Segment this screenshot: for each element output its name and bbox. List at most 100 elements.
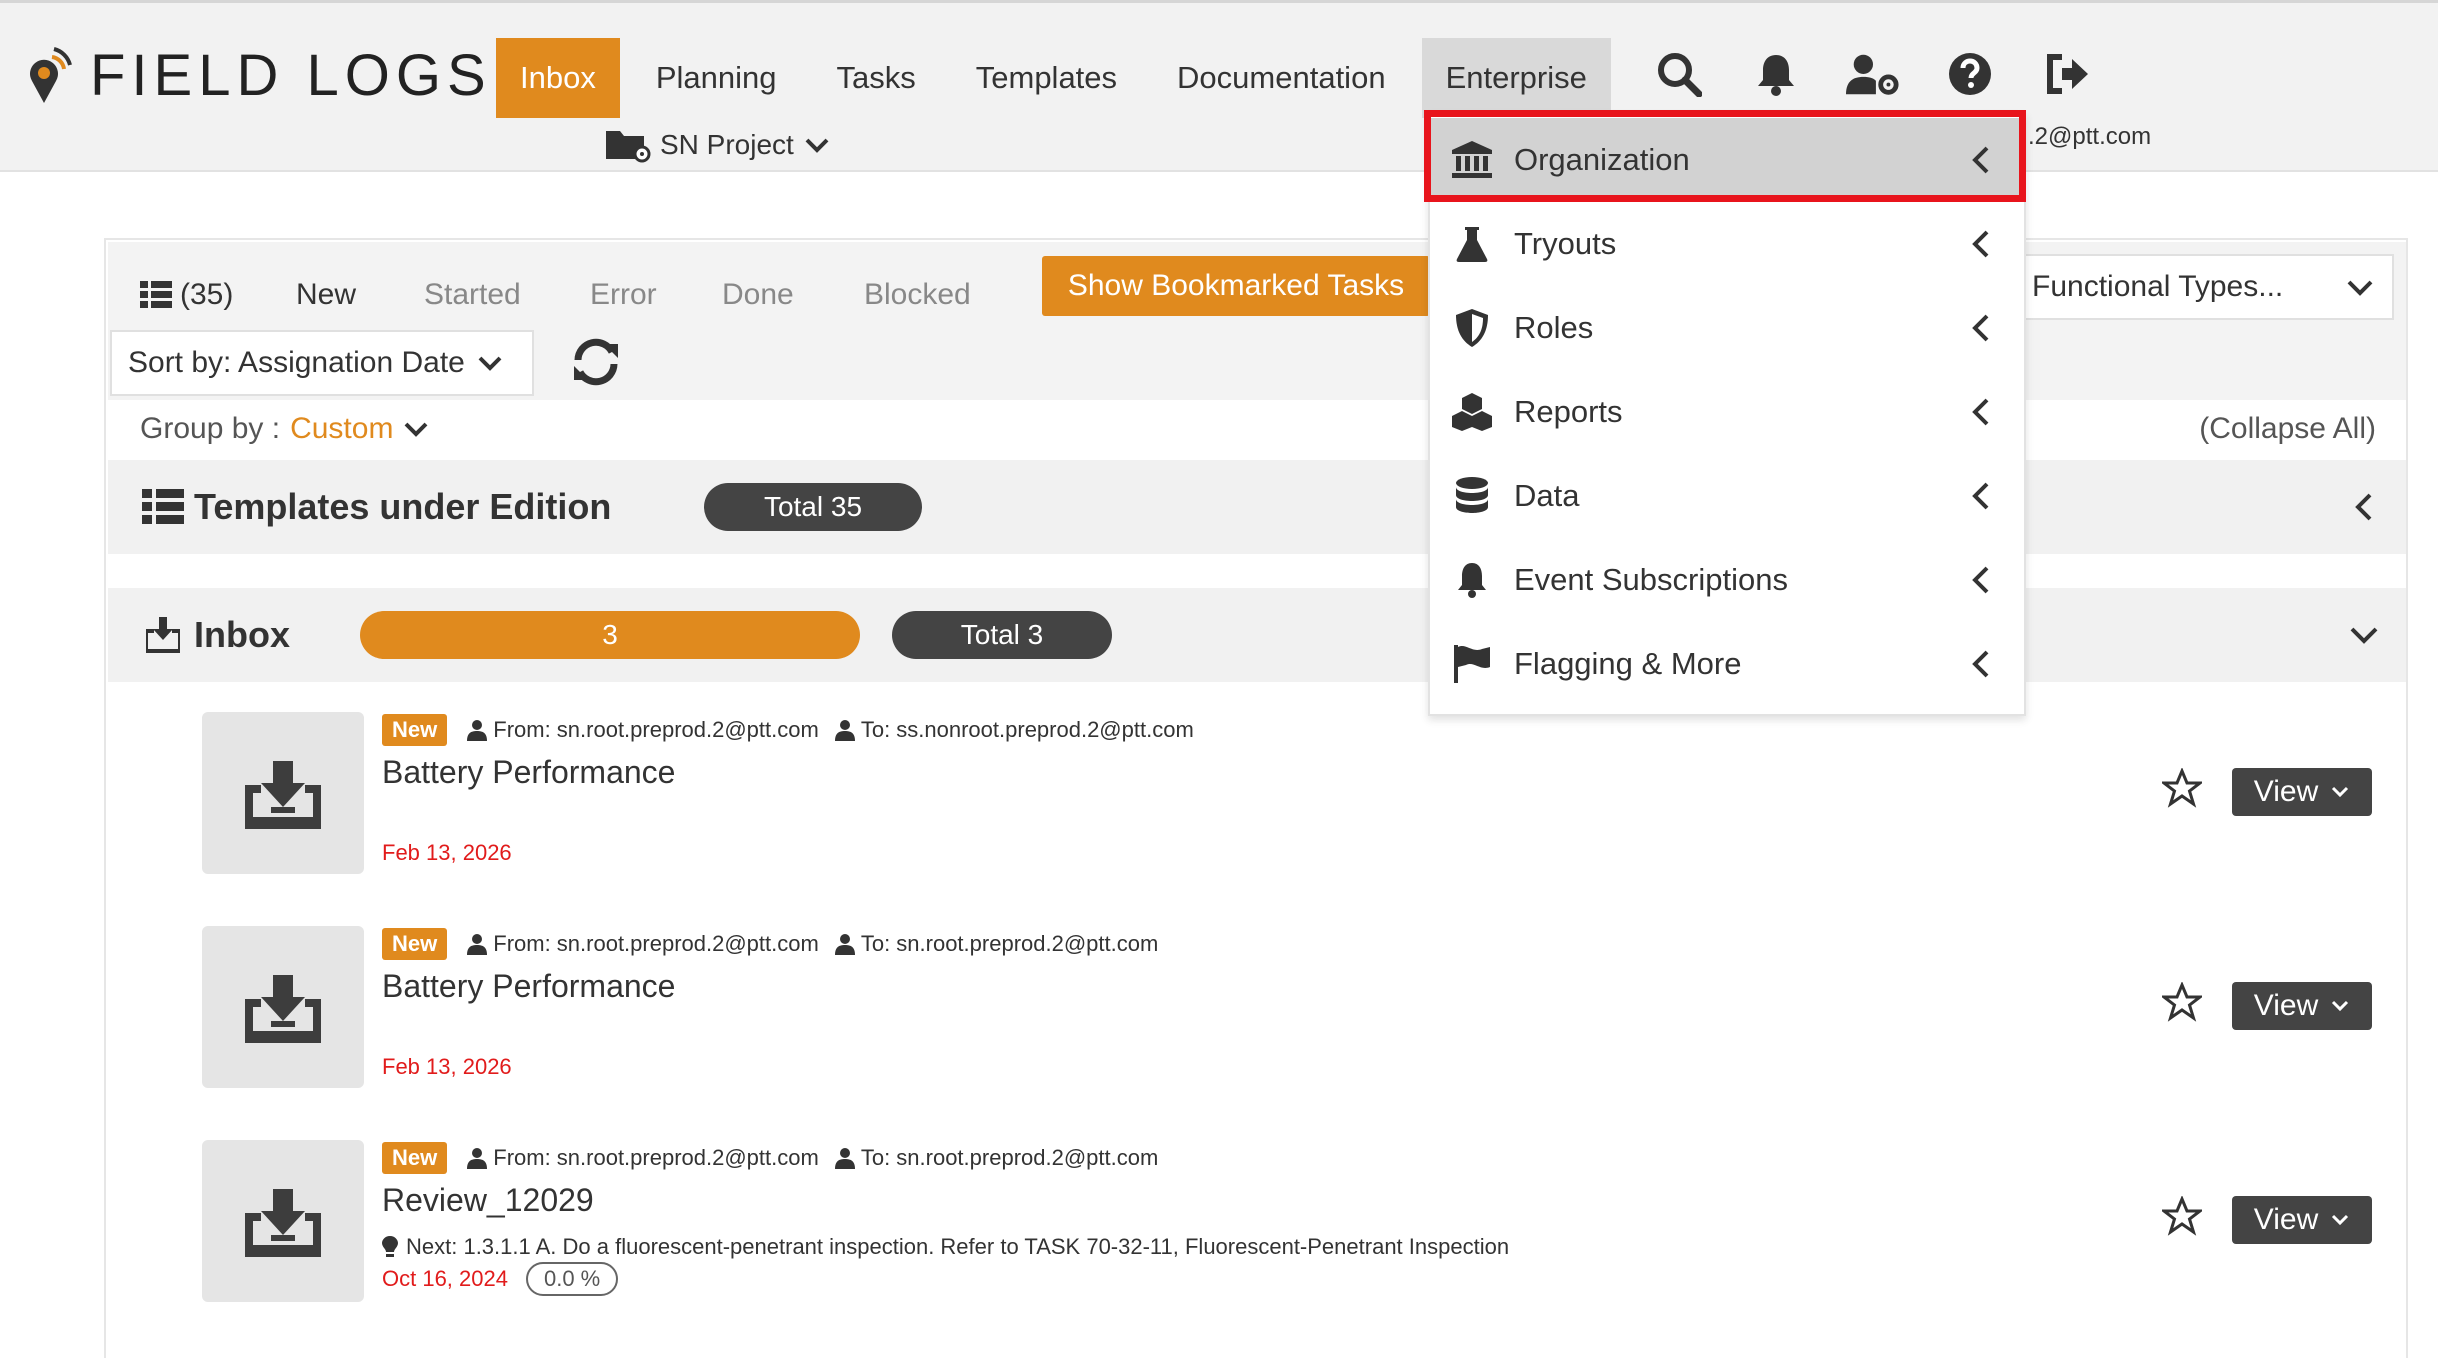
nav-enterprise[interactable]: Enterprise xyxy=(1421,38,1611,118)
task-title[interactable]: Battery Performance xyxy=(382,968,675,1005)
chevron-left-icon xyxy=(1972,314,1989,342)
menu-item-event-subscriptions[interactable]: Event Subscriptions xyxy=(1430,538,2024,622)
task-item[interactable]: New From: sn.root.preprod.2@ptt.com To: … xyxy=(202,1140,2402,1302)
task-date: Feb 13, 2026 xyxy=(382,1054,512,1080)
functional-types-select[interactable]: Functional Types... xyxy=(2016,254,2394,320)
bookmark-star-icon[interactable] xyxy=(2162,982,2202,1022)
task-from: From: sn.root.preprod.2@ptt.com xyxy=(493,717,819,742)
flask-icon xyxy=(1456,227,1488,262)
menu-item-reports[interactable]: Reports xyxy=(1430,370,2024,454)
user-icon xyxy=(467,934,488,955)
shield-icon xyxy=(1456,309,1488,347)
templates-total-pill: Total 35 xyxy=(704,483,922,531)
enterprise-menu: Organization Tryouts Roles Reports Data … xyxy=(1428,112,2026,716)
chevron-left-icon xyxy=(1972,230,1989,258)
task-title[interactable]: Battery Performance xyxy=(382,754,675,791)
show-bookmarked-button[interactable]: Show Bookmarked Tasks xyxy=(1042,256,1430,316)
task-date: Oct 16, 2024 0.0 % xyxy=(382,1262,619,1296)
tab-done[interactable]: Done xyxy=(722,262,794,328)
section-templates-under-edition[interactable]: Templates under Edition Total 35 xyxy=(108,460,2406,554)
view-button[interactable]: View xyxy=(2232,768,2372,816)
logout-icon xyxy=(2047,54,2088,94)
help-button[interactable] xyxy=(1943,47,1997,101)
menu-item-flagging-more[interactable]: Flagging & More xyxy=(1430,622,2024,706)
search-button[interactable] xyxy=(1652,47,1706,101)
task-item[interactable]: New From: sn.root.preprod.2@ptt.com To: … xyxy=(202,926,2402,1088)
help-icon xyxy=(1949,53,1991,95)
menu-item-label: Tryouts xyxy=(1514,226,1617,261)
chevron-left-icon xyxy=(1972,398,1989,426)
user-icon xyxy=(467,1148,488,1169)
task-title[interactable]: Review_12029 xyxy=(382,1182,594,1219)
nav-documentation[interactable]: Documentation xyxy=(1153,38,1410,118)
nav-templates[interactable]: Templates xyxy=(952,38,1141,118)
task-meta: New From: sn.root.preprod.2@ptt.com To: … xyxy=(382,926,1174,962)
chevron-down-icon xyxy=(805,138,829,153)
user-settings-button[interactable] xyxy=(1846,47,1900,101)
tab-new[interactable]: New xyxy=(286,262,367,340)
view-button[interactable]: View xyxy=(2232,1196,2372,1244)
collapse-all-link[interactable]: (Collapse All) xyxy=(2199,412,2376,446)
chevron-down-icon xyxy=(405,422,428,437)
view-button[interactable]: View xyxy=(2232,982,2372,1030)
task-item[interactable]: New From: sn.root.preprod.2@ptt.com To: … xyxy=(202,712,2402,874)
sort-select[interactable]: Sort by: Assignation Date xyxy=(110,330,534,396)
flag-icon xyxy=(1454,645,1490,683)
templates-title: Templates under Edition xyxy=(194,486,612,527)
folder-settings-icon xyxy=(606,131,651,163)
menu-item-tryouts[interactable]: Tryouts xyxy=(1430,202,2024,286)
nav-planning[interactable]: Planning xyxy=(632,38,801,118)
inbox-download-icon xyxy=(245,1189,321,1257)
group-by[interactable]: Group by : Custom xyxy=(140,412,429,446)
task-next-text: Next: 1.3.1.1 A. Do a fluorescent-penetr… xyxy=(406,1234,1510,1259)
top-bar: FIELD LOGS Inbox Planning Tasks Template… xyxy=(0,0,2438,172)
task-thumbnail xyxy=(202,926,364,1088)
view-label: View xyxy=(2253,1203,2319,1236)
header-icons xyxy=(1652,47,2137,101)
tab-all[interactable]: (35) xyxy=(130,262,244,340)
lightbulb-icon xyxy=(382,1236,398,1257)
menu-item-label: Data xyxy=(1514,478,1580,513)
sort-value: Sort by: Assignation Date xyxy=(128,346,465,379)
nav-tasks[interactable]: Tasks xyxy=(813,38,940,118)
nav-inbox[interactable]: Inbox xyxy=(496,38,620,118)
tab-started[interactable]: Started xyxy=(424,262,521,328)
user-settings-icon xyxy=(1846,54,1899,95)
menu-item-label: Roles xyxy=(1514,310,1594,345)
inbox-download-icon xyxy=(146,617,180,653)
tab-error[interactable]: Error xyxy=(590,262,657,328)
task-meta: New From: sn.root.preprod.2@ptt.com To: … xyxy=(382,1140,1174,1176)
inbox-total-pill: Total 3 xyxy=(892,611,1112,659)
task-to: To: sn.root.preprod.2@ptt.com xyxy=(860,931,1159,956)
cubes-icon xyxy=(1452,393,1492,431)
all-count: (35) xyxy=(180,278,234,311)
task-thumbnail xyxy=(202,712,364,874)
view-label: View xyxy=(2253,989,2319,1022)
project-selector[interactable]: SN Project xyxy=(606,127,838,163)
list-icon xyxy=(140,281,172,308)
notifications-button[interactable] xyxy=(1749,47,1803,101)
tab-blocked[interactable]: Blocked xyxy=(864,262,971,328)
bookmark-star-icon[interactable] xyxy=(2162,768,2202,808)
task-date-text: Oct 16, 2024 xyxy=(382,1266,508,1291)
chevron-down-icon xyxy=(2332,1214,2349,1226)
user-icon xyxy=(467,720,488,741)
section-inbox[interactable]: Inbox 3 Total 3 xyxy=(108,588,2406,682)
bookmark-star-icon[interactable] xyxy=(2162,1196,2202,1236)
task-to: To: ss.nonroot.preprod.2@ptt.com xyxy=(860,717,1194,742)
refresh-icon[interactable] xyxy=(568,334,624,390)
chevron-left-icon xyxy=(1972,566,1989,594)
logo[interactable]: FIELD LOGS xyxy=(26,47,492,105)
logout-button[interactable] xyxy=(2040,47,2094,101)
chevron-down-icon xyxy=(2347,280,2373,296)
chevron-down-icon[interactable] xyxy=(2348,619,2380,651)
task-date: Feb 13, 2026 xyxy=(382,840,512,866)
functional-types-value: Functional Types... xyxy=(2032,270,2284,303)
task-to: To: sn.root.preprod.2@ptt.com xyxy=(860,1145,1159,1170)
filter-bar: (35) New Started Error Done Blocked Show… xyxy=(108,242,2406,400)
project-name: SN Project xyxy=(660,129,794,160)
menu-item-data[interactable]: Data xyxy=(1430,454,2024,538)
menu-item-roles[interactable]: Roles xyxy=(1430,286,2024,370)
group-by-label: Group by : xyxy=(140,412,281,445)
chevron-left-icon[interactable] xyxy=(2348,491,2380,523)
